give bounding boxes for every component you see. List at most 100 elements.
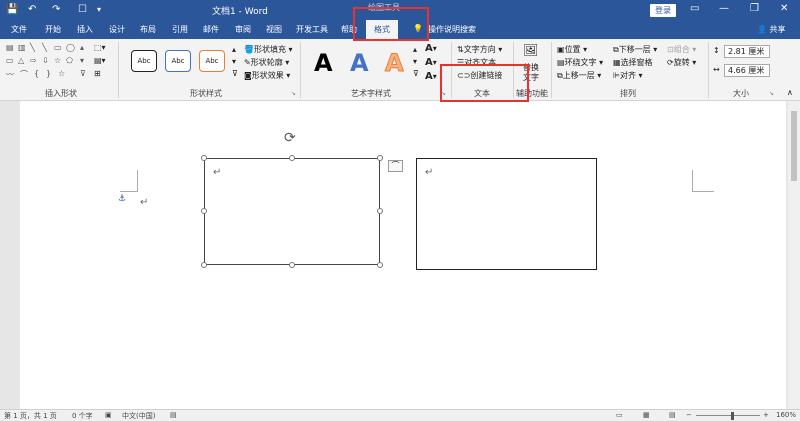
tab-design[interactable]: 设计 bbox=[109, 24, 125, 35]
arc-shape-icon[interactable]: ⌒ bbox=[20, 69, 28, 80]
text-effects-icon[interactable]: A▾ bbox=[425, 71, 437, 82]
tell-me-search[interactable]: 操作说明搜索 bbox=[428, 24, 476, 35]
arrow-down-shape-icon[interactable]: ⇩ bbox=[42, 56, 49, 65]
rect-shape-icon-2[interactable]: ▭ bbox=[6, 56, 14, 65]
curve-shape-icon[interactable]: 〰 bbox=[6, 69, 14, 80]
selection-pane-button[interactable]: ▦选择窗格 bbox=[613, 57, 653, 68]
gallery-more-icon[interactable]: ⊽ bbox=[80, 69, 86, 78]
page-count[interactable]: 第 1 页，共 1 页 bbox=[4, 411, 57, 421]
resize-handle[interactable] bbox=[201, 208, 207, 214]
width-input[interactable]: 4.66 厘米 bbox=[724, 64, 770, 77]
resize-handle[interactable] bbox=[289, 262, 295, 268]
tab-references[interactable]: 引用 bbox=[172, 24, 188, 35]
style-gallery-more-icon[interactable]: ⊽ bbox=[232, 69, 238, 78]
resize-handle[interactable] bbox=[201, 155, 207, 161]
textbox-selected[interactable]: ↵ bbox=[204, 158, 380, 265]
focus-mode-icon[interactable]: ▭ bbox=[616, 411, 623, 419]
zoom-slider[interactable] bbox=[696, 415, 760, 416]
gallery-scroll-down-icon[interactable]: ▾ bbox=[80, 56, 84, 65]
arrow-shape-icon[interactable]: ⇨ bbox=[30, 56, 37, 65]
print-layout-icon[interactable]: ▦ bbox=[643, 411, 650, 419]
web-layout-icon[interactable]: ▤ bbox=[669, 411, 676, 419]
tab-review[interactable]: 审阅 bbox=[235, 24, 251, 35]
zoom-out-icon[interactable]: − bbox=[686, 411, 692, 419]
shape-outline-button[interactable]: ✎形状轮廓 ▾ bbox=[244, 57, 289, 68]
pentagon-shape-icon[interactable]: ⬠ bbox=[66, 56, 73, 65]
dialog-launcher-icon[interactable]: ↘ bbox=[769, 90, 774, 97]
shape-gallery[interactable]: ▤ ▥ ╲ ╲ ▭ ◯ ▭ △ ⇨ ⇩ ☆ ⬠ 〰 ⌒ { } ☆ ▴ ▾ ⊽ bbox=[6, 43, 90, 83]
tab-developer[interactable]: 开发工具 bbox=[296, 24, 328, 35]
login-button[interactable]: 登录 bbox=[650, 4, 676, 17]
resize-handle[interactable] bbox=[377, 208, 383, 214]
star-shape-icon[interactable]: ☆ bbox=[54, 56, 61, 65]
shape-fill-button[interactable]: 🪣形状填充 ▾ bbox=[244, 44, 293, 55]
undo-icon[interactable]: ↶ bbox=[28, 3, 36, 17]
textbox-vertical-icon[interactable]: ▥ bbox=[18, 43, 26, 52]
position-button[interactable]: ▣位置 ▾ bbox=[557, 44, 587, 55]
textbox-2[interactable]: ↵ bbox=[416, 158, 597, 270]
send-backward-button[interactable]: ⧉下移一层 ▾ bbox=[613, 44, 657, 55]
rotate-handle-icon[interactable]: ⟳ bbox=[284, 130, 296, 146]
resize-handle[interactable] bbox=[289, 155, 295, 161]
align-button[interactable]: ⊫对齐 ▾ bbox=[613, 70, 643, 81]
style-gallery-up-icon[interactable]: ▴ bbox=[232, 45, 236, 54]
zoom-level[interactable]: 160% bbox=[776, 411, 796, 419]
merge-shapes-icon[interactable]: ⊞ bbox=[94, 69, 101, 78]
zoom-slider-thumb[interactable] bbox=[731, 412, 734, 420]
anchor-icon[interactable]: ⚓ bbox=[118, 194, 126, 204]
scroll-thumb[interactable] bbox=[791, 111, 797, 181]
edit-shape-icon[interactable]: ⬚▾ bbox=[94, 43, 106, 52]
close-button[interactable]: ✕ bbox=[780, 3, 788, 14]
save-icon[interactable]: 💾 bbox=[6, 3, 18, 17]
language-indicator[interactable]: 中文(中国) bbox=[122, 411, 155, 421]
layout-options-icon[interactable]: ⌒ bbox=[388, 160, 403, 172]
resize-handle[interactable] bbox=[201, 262, 207, 268]
tab-file[interactable]: 文件 bbox=[11, 24, 27, 35]
document-page[interactable] bbox=[20, 101, 786, 409]
dialog-launcher-icon[interactable]: ↘ bbox=[291, 90, 296, 97]
wordart-gallery-down-icon[interactable]: ▾ bbox=[413, 57, 417, 66]
zoom-in-icon[interactable]: + bbox=[763, 411, 769, 419]
wordart-style-1[interactable]: A bbox=[314, 49, 333, 77]
brace-right-shape-icon[interactable]: } bbox=[46, 69, 51, 78]
height-input[interactable]: 2.81 厘米 bbox=[724, 45, 770, 58]
text-direction-button[interactable]: ⇅文字方向 ▾ bbox=[457, 44, 502, 55]
line-shape-icon[interactable]: ╲ bbox=[30, 43, 35, 52]
brace-left-shape-icon[interactable]: { bbox=[34, 69, 39, 78]
share-button[interactable]: 👤 共享 bbox=[757, 24, 786, 35]
textbox-shape-icon[interactable]: ▤ bbox=[6, 43, 14, 52]
wordart-style-3[interactable]: A bbox=[385, 49, 405, 78]
triangle-shape-icon[interactable]: △ bbox=[18, 56, 24, 65]
line-shape-icon-2[interactable]: ╲ bbox=[42, 43, 47, 52]
wrap-text-button[interactable]: ▤环绕文字 ▾ bbox=[557, 57, 603, 68]
tab-home[interactable]: 开始 bbox=[45, 24, 61, 35]
collapse-ribbon-icon[interactable]: ∧ bbox=[787, 88, 793, 97]
shape-effects-button[interactable]: ◙形状效果 ▾ bbox=[244, 70, 290, 81]
tab-insert[interactable]: 插入 bbox=[77, 24, 93, 35]
shape-style-3[interactable]: Abc bbox=[199, 50, 225, 72]
resize-handle[interactable] bbox=[377, 155, 383, 161]
ribbon-display-options-icon[interactable]: ▭ bbox=[690, 3, 699, 14]
proofing-icon[interactable]: ▣ bbox=[105, 411, 112, 419]
alt-text-icon[interactable]: 🖼 bbox=[523, 43, 538, 57]
draw-textbox-icon[interactable]: ▤▾ bbox=[94, 56, 106, 65]
wordart-gallery-up-icon[interactable]: ▴ bbox=[413, 45, 417, 54]
text-fill-icon[interactable]: A▾ bbox=[425, 43, 437, 54]
rotate-button[interactable]: ⟳旋转 ▾ bbox=[667, 57, 696, 68]
resize-handle[interactable] bbox=[377, 262, 383, 268]
word-count[interactable]: 0 个字 bbox=[72, 411, 93, 421]
minimize-button[interactable]: — bbox=[719, 3, 729, 14]
shape-style-2[interactable]: Abc bbox=[165, 50, 191, 72]
tab-mailings[interactable]: 邮件 bbox=[203, 24, 219, 35]
group-button[interactable]: ⊡组合 ▾ bbox=[667, 44, 696, 55]
wordart-gallery-more-icon[interactable]: ⊽ bbox=[413, 69, 419, 78]
redo-icon[interactable]: ↷ bbox=[52, 3, 60, 17]
oval-shape-icon[interactable]: ◯ bbox=[66, 43, 75, 52]
style-gallery-down-icon[interactable]: ▾ bbox=[232, 57, 236, 66]
star-shape-icon-2[interactable]: ☆ bbox=[58, 69, 65, 78]
rect-shape-icon[interactable]: ▭ bbox=[54, 43, 62, 52]
vertical-scrollbar[interactable] bbox=[788, 101, 800, 409]
tab-view[interactable]: 视图 bbox=[266, 24, 282, 35]
bring-forward-button[interactable]: ⧉上移一层 ▾ bbox=[557, 70, 601, 81]
maximize-button[interactable]: ❐ bbox=[750, 3, 759, 14]
